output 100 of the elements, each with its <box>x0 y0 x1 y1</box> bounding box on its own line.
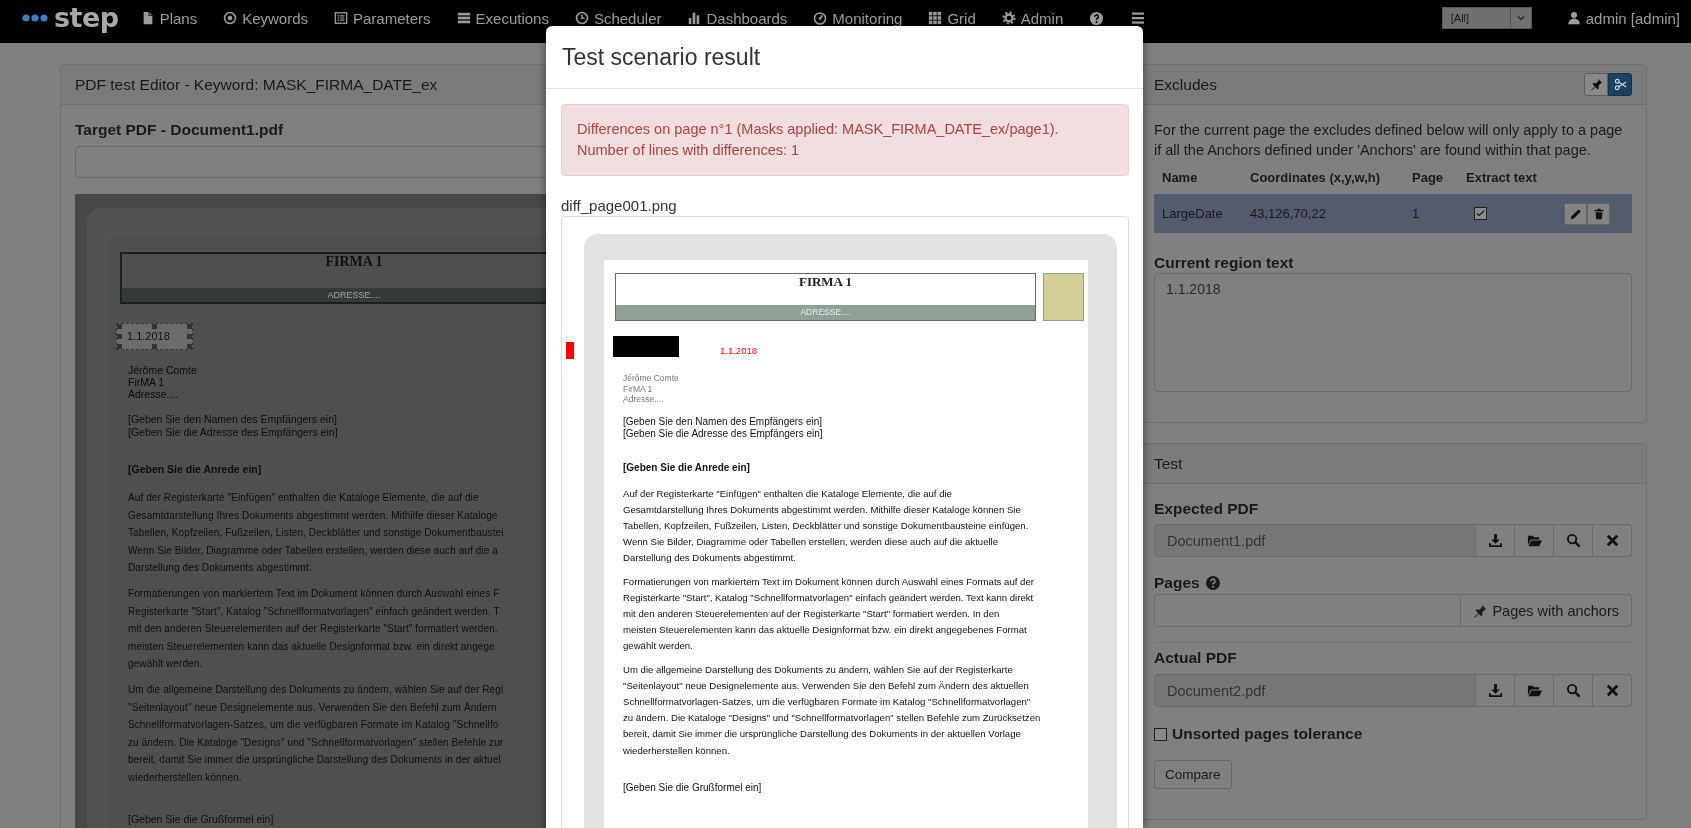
edit-button[interactable] <box>1564 202 1587 225</box>
closing-text: [Geben Sie die Grußformel ein] <box>128 811 275 826</box>
compare-button[interactable]: Compare <box>1154 760 1232 789</box>
nav-link[interactable]: Scheduler <box>574 9 662 27</box>
nav-link[interactable]: Dashboards <box>687 9 788 27</box>
list-icon <box>334 11 348 25</box>
gauge-icon <box>813 11 828 25</box>
nav-link[interactable]: Admin <box>1001 9 1064 27</box>
close-icon <box>1604 683 1620 698</box>
company-name: FIRMA 1 <box>797 274 854 291</box>
checkbox[interactable] <box>1154 727 1167 741</box>
trash-icon <box>1592 207 1605 220</box>
info-text: For the current page the excludes defined below will only apply to a page if all the Anchors defined under 'Anchors' are found within that page. <box>1154 121 1624 160</box>
field-label: Target PDF - Document1.pdf <box>75 121 285 139</box>
server-icon <box>456 11 471 25</box>
table-cell-text: LargeDate <box>1161 206 1224 221</box>
pin-icon <box>1473 603 1488 618</box>
table-cell-text: 1 <box>1411 206 1421 221</box>
pin-icon <box>1589 78 1603 91</box>
company-name: FIRMA 1 <box>324 254 384 271</box>
logo-dots-icon <box>22 14 48 22</box>
modal-title: Test scenario result <box>562 43 761 71</box>
view-toggle-button[interactable] <box>1584 73 1608 96</box>
download-button[interactable] <box>1476 524 1515 557</box>
alert-text: Differences on page n°1 (Masks applied: MASK_FIRMA_DATE_ex/page1). Number of lines with differences: 1 <box>577 121 1059 158</box>
help-icon <box>1204 575 1221 591</box>
help-icon <box>1089 10 1105 26</box>
nav-link[interactable]: Plans <box>140 9 198 27</box>
date-text: 1.1.2018 <box>127 330 170 342</box>
logo-text: step <box>54 4 119 32</box>
checkbox[interactable] <box>1474 207 1487 220</box>
column-header: Page <box>1411 169 1445 185</box>
check-icon <box>1475 208 1486 219</box>
field-label: Pages <box>1154 574 1200 592</box>
date-text: 1.1.2018 <box>720 345 757 357</box>
pages-with-anchors-button[interactable]: Pages with anchors <box>1461 594 1632 627</box>
search-button[interactable] <box>1554 674 1593 707</box>
panel-title: Excludes <box>1154 75 1217 94</box>
user-icon <box>1566 11 1581 25</box>
body-paragraph: Um die allgemeine Darstellung des Dokuments zu ändern, wählen Sie auf der Regi "Seitenlayout" neue Designelemente aus. Verwenden Sie den Befehl zum Ändern Schnellformatvorlagen-Satzes, um die verfügbaren Formate im Katalog "Schnellfo zu ändern. Die Kataloge "Designs" und "Schnellformatvorlagen" stellen Befehle zur bereit, damit Sie immer die ursprüngliche Darstellung des Dokuments in der aktuel wiederherstellen können. <box>128 682 505 785</box>
menu-button[interactable] <box>1130 10 1147 26</box>
column-header: Coordinates (x,y,w,h) <box>1249 169 1381 185</box>
delete-button[interactable] <box>1587 202 1610 225</box>
address-band: ADRESSE.... <box>122 288 546 302</box>
body-paragraph: Formatierungen von markiertem Text im Dokument können durch Auswahl eines Formats auf der Registerkarte "Start", Katalog "Schnellformatvorlagen" einfach geändert werden. Text kann direkt mit den anderen Steuerelementen auf der Registerkarte "Start" formatiert werden. In den meisten Steuerelementen kann das aktuelle Designformat bzw. ein direkt angegebenes Format gewählt werden. <box>623 574 1035 654</box>
sender-address: Jérôme Comte FirMA 1 Adresse.... <box>128 364 198 400</box>
browse-button[interactable] <box>1515 524 1554 557</box>
body-paragraph: Auf der Registerkarte "Einfügen" enthalten die Kataloge Elemente, die auf die Gesamtdarstellung Ihres Dokuments abgestimmt werden. Mithilfe dieser Kataloge können Sie Tabellen, Kopfzeilen, Fußzeilen, Listen, Deckblätter und sonstige Dokumentbausteine einfügen. Wenn Sie Bilder, Diagramme oder Tabellen erstellen, werden diese auch auf die aktuelle Darstellung des Dokuments abgestimmt. <box>623 486 1030 566</box>
logo-placeholder <box>1043 273 1084 321</box>
image-filename: diff_page001.png <box>561 196 678 216</box>
nav-link[interactable]: Executions <box>456 9 549 27</box>
closing-text: [Geben Sie die Grußformel ein] <box>623 780 763 795</box>
table-cell-text: 43,126,70,22 <box>1249 206 1327 221</box>
tenant-select[interactable]: [All] <box>1441 7 1532 29</box>
search-icon <box>1565 683 1581 698</box>
clock-icon <box>574 11 589 25</box>
nav-link[interactable]: Grid <box>928 9 976 27</box>
field-label: Actual PDF <box>1154 649 1238 667</box>
download-icon <box>1487 533 1503 548</box>
panel-title: Test <box>1154 454 1183 473</box>
panel-title: PDF test Editor - Keyword: MASK_FIRMA_DATE_ex <box>75 75 438 94</box>
recipient-text: [Geben Sie den Namen des Empfängers ein] [Geben Sie die Adresse des Empfängers ein] <box>128 413 339 439</box>
recipient-text: [Geben Sie den Namen des Empfängers ein] [Geben Sie die Adresse des Empfängers ein] <box>623 415 824 440</box>
scissors-icon <box>1613 78 1627 91</box>
settings-icon <box>1001 11 1016 25</box>
difference-marker <box>566 342 574 359</box>
salutation-text: [Geben Sie die Anrede ein] <box>128 462 263 476</box>
redaction-mask <box>613 336 679 357</box>
nav-link[interactable]: Parameters <box>334 9 431 27</box>
field-label: Current region text <box>1154 254 1295 272</box>
salutation-text: [Geben Sie die Anrede ein] <box>623 460 751 475</box>
view-toggle-button[interactable] <box>1608 73 1632 96</box>
selection-box[interactable]: 1.1.2018 <box>116 323 193 350</box>
folder-icon <box>1526 533 1542 548</box>
user-menu[interactable]: admin [admin] <box>1566 9 1680 27</box>
body-paragraph: Um die allgemeine Darstellung des Dokuments zu ändern, wählen Sie auf der Registerkarte "Seitenlayout" neue Designelemente aus. Verwenden Sie den Befehl zum Ändern des aktuellen Schnellformatvorlagen-Satzes, um die verfügbaren Formate im Katalog "Schnellformatvorlagen" zu ändern. Die Kataloge "Designs" und "Schnellformatvorlagen" stellen Befehle zum Zurücksetzen bereit, damit Sie immer die ursprüngliche Darstellung des Dokuments in der aktuellen Vorlage wiederherstellen können. <box>623 662 1042 758</box>
close-icon <box>1604 533 1620 548</box>
menu-icon <box>1130 10 1147 26</box>
column-header: Extract text <box>1465 169 1538 185</box>
download-button[interactable] <box>1476 674 1515 707</box>
region-text-area[interactable]: 1.1.2018 <box>1154 273 1632 392</box>
pencil-icon <box>1569 207 1582 220</box>
help-link[interactable] <box>1089 10 1105 26</box>
nav-link[interactable]: Monitoring <box>813 9 903 27</box>
browse-button[interactable] <box>1515 674 1554 707</box>
field-label: Expected PDF <box>1154 500 1260 518</box>
download-icon <box>1487 683 1503 698</box>
bar-chart-icon <box>687 11 702 25</box>
search-icon <box>1565 533 1581 548</box>
address-band: ADRESSE.... <box>616 305 1035 320</box>
sender-address: Jérôme Comte FirMA 1 Adresse.... <box>623 373 680 405</box>
folder-icon <box>1526 683 1542 698</box>
target-icon <box>223 11 238 25</box>
search-button[interactable] <box>1554 524 1593 557</box>
column-header: Name <box>1161 169 1199 185</box>
clear-button[interactable] <box>1593 674 1632 707</box>
nav-link[interactable]: Keywords <box>223 9 308 27</box>
checkbox-label: Unsorted pages tolerance <box>1172 725 1363 743</box>
grid-icon <box>928 11 943 25</box>
clear-button[interactable] <box>1593 524 1632 557</box>
